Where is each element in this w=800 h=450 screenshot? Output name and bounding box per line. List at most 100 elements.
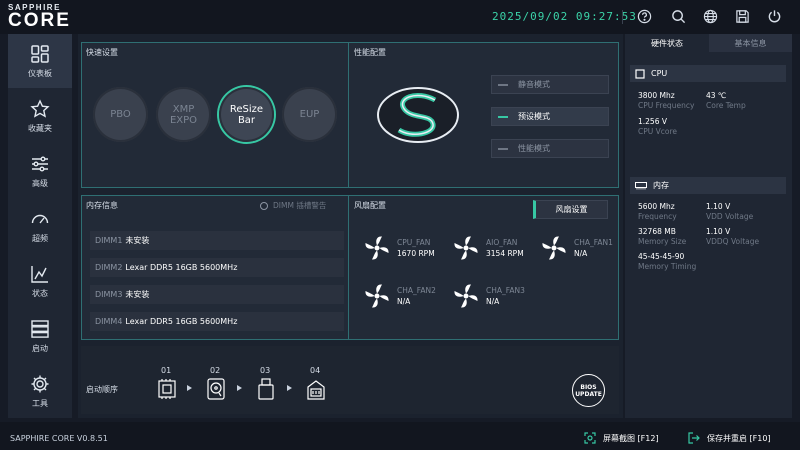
fan-name: CPU_FAN [397,238,431,247]
mode-preset[interactable]: 预设模式 [491,107,609,126]
fan-name: CHA_FAN1 [574,238,613,247]
sidebar-item-boot[interactable]: 启动 [8,309,72,363]
sidebar-item-label: 收藏夹 [28,123,52,133]
memory-section-header: 内存 [630,177,786,194]
panel-divider [348,196,349,339]
save-icon[interactable] [734,8,751,25]
eup-toggle[interactable]: EUP [282,87,337,142]
fan-cpu[interactable]: CPU_FAN 1670 RPM [363,234,448,268]
top-separator [622,10,623,24]
vddq-voltage-value: 1.10 V [706,227,731,236]
sidebar-item-label: 超频 [32,233,48,243]
xmp-expo-toggle[interactable]: XMP EXPO [156,87,211,142]
memory-icon [635,182,647,190]
dimm-warning: DIMM 插槽警告 [260,200,326,211]
boot-number: 02 [210,366,221,375]
sidebar-item-tools[interactable]: 工具 [8,364,72,418]
mode-indicator [498,147,508,150]
core-temp-value: 43 ℃ [706,91,727,100]
memory-frequency-label: Frequency [638,212,677,221]
version-label: SAPPHIRE CORE V0.8.51 [10,434,108,443]
tab-hardware-status[interactable]: 硬件状态 [625,34,709,52]
mode-indicator [498,83,508,86]
memory-info-title: 内存信息 [86,201,118,210]
help-icon[interactable] [636,8,653,25]
cpu-frequency-value: 3800 Mhz [638,91,675,100]
resize-bar-toggle[interactable]: ReSize Bar [219,87,274,142]
sapphire-s-logo [377,86,459,144]
screenshot-label: 屏幕截图 [F12] [603,433,659,443]
sidebar-item-dashboard[interactable]: 仪表板 [8,34,72,88]
search-icon[interactable] [670,8,687,25]
chart-icon [31,265,48,283]
mode-silent[interactable]: 静音模式 [491,75,609,94]
memory-timing-value: 45-45-45-90 [638,252,685,261]
screenshot-button[interactable]: 屏幕截图 [F12] [584,432,659,444]
memory-frequency-value: 5600 Mhz [638,202,675,211]
logo-line2: CORE [8,10,71,31]
sidebar-item-overclock[interactable]: 超频 [8,199,72,253]
gear-icon [31,375,49,392]
fan-config-title: 风扇配置 [354,201,386,210]
memory-timing-label: Memory Timing [638,262,697,271]
save-exit-button[interactable]: 保存并重启 [F10] [688,432,771,444]
fan-cha3[interactable]: CHA_FAN3 N/A [452,282,537,316]
sidebar-item-label: 高级 [32,178,48,188]
boot-number: 04 [310,366,321,375]
memory-size-value: 32768 MB [638,227,676,236]
boot-number: 03 [260,366,271,375]
fan-value: 3154 RPM [486,249,524,258]
fan-icon [542,236,566,260]
screenshot-icon [584,432,596,444]
boot-arrow [287,385,292,391]
fan-icon [454,236,478,260]
dimm-slot-value: 未安装 [125,290,150,299]
cpu-section-title: CPU [651,69,668,78]
sidebar-item-advanced[interactable]: 高级 [8,144,72,198]
save-exit-label: 保存并重启 [F10] [707,433,771,443]
fan-aio[interactable]: AIO_FAN 3154 RPM [452,234,537,268]
cpu-section-header: CPU [630,65,786,82]
dimm-slot-value: Lexar DDR5 16GB 5600MHz [125,263,238,272]
mode-label: 静音模式 [518,80,550,89]
globe-icon[interactable] [702,8,719,25]
mode-performance[interactable]: 性能模式 [491,139,609,158]
sidebar-item-favorites[interactable]: 收藏夹 [8,89,72,143]
fan-cha1[interactable]: CHA_FAN1 N/A [540,234,618,268]
pbo-toggle[interactable]: PBO [93,87,148,142]
sidebar: 仪表板 收藏夹 高级 超频 状态 启动 工具 [8,34,72,418]
sidebar-item-status[interactable]: 状态 [8,254,72,308]
bios-update-button[interactable]: BIOS UPDATE [572,374,605,407]
dashboard-icon [31,44,49,63]
fan-settings-button[interactable]: 风扇设置 [533,200,608,219]
fan-name: CHA_FAN3 [486,286,525,295]
dimm-slot-name: DIMM1 [95,236,123,245]
boot-order-title: 启动顺序 [86,385,118,394]
quick-settings-title: 快速设置 [86,48,118,57]
fan-cha2[interactable]: CHA_FAN2 N/A [363,282,448,316]
dimm-slot-name: DIMM2 [95,263,123,272]
boot-arrow [237,385,242,391]
tab-basic-info[interactable]: 基本信息 [709,34,792,52]
dimm-slot-row: DIMM2 Lexar DDR5 16GB 5600MHz [90,258,344,277]
cpu-frequency-label: CPU Frequency [638,101,695,110]
sapphire-core-logo: SAPPHIRE CORE [8,3,98,30]
mode-label: 预设模式 [518,112,550,121]
mode-label: 性能模式 [518,144,550,153]
disk-icon[interactable] [205,377,227,401]
dimm-slot-name: DIMM4 [95,317,123,326]
boot-arrow [187,385,192,391]
memory-section-title: 内存 [653,181,669,190]
chip-icon[interactable] [156,377,178,401]
panel-divider [348,43,349,187]
dimm-slot-row: DIMM3 未安装 [90,285,344,304]
power-icon[interactable] [766,8,783,25]
usb-icon[interactable] [255,377,277,401]
vdd-voltage-value: 1.10 V [706,202,731,211]
system-clock: 2025/09/02 09:27:53 [492,10,637,23]
network-icon[interactable] [305,377,327,401]
sliders-icon [32,156,48,171]
cpu-icon [635,68,645,79]
fan-value: 1670 RPM [397,249,435,258]
dimm-warning-label: DIMM 插槽警告 [273,201,327,210]
